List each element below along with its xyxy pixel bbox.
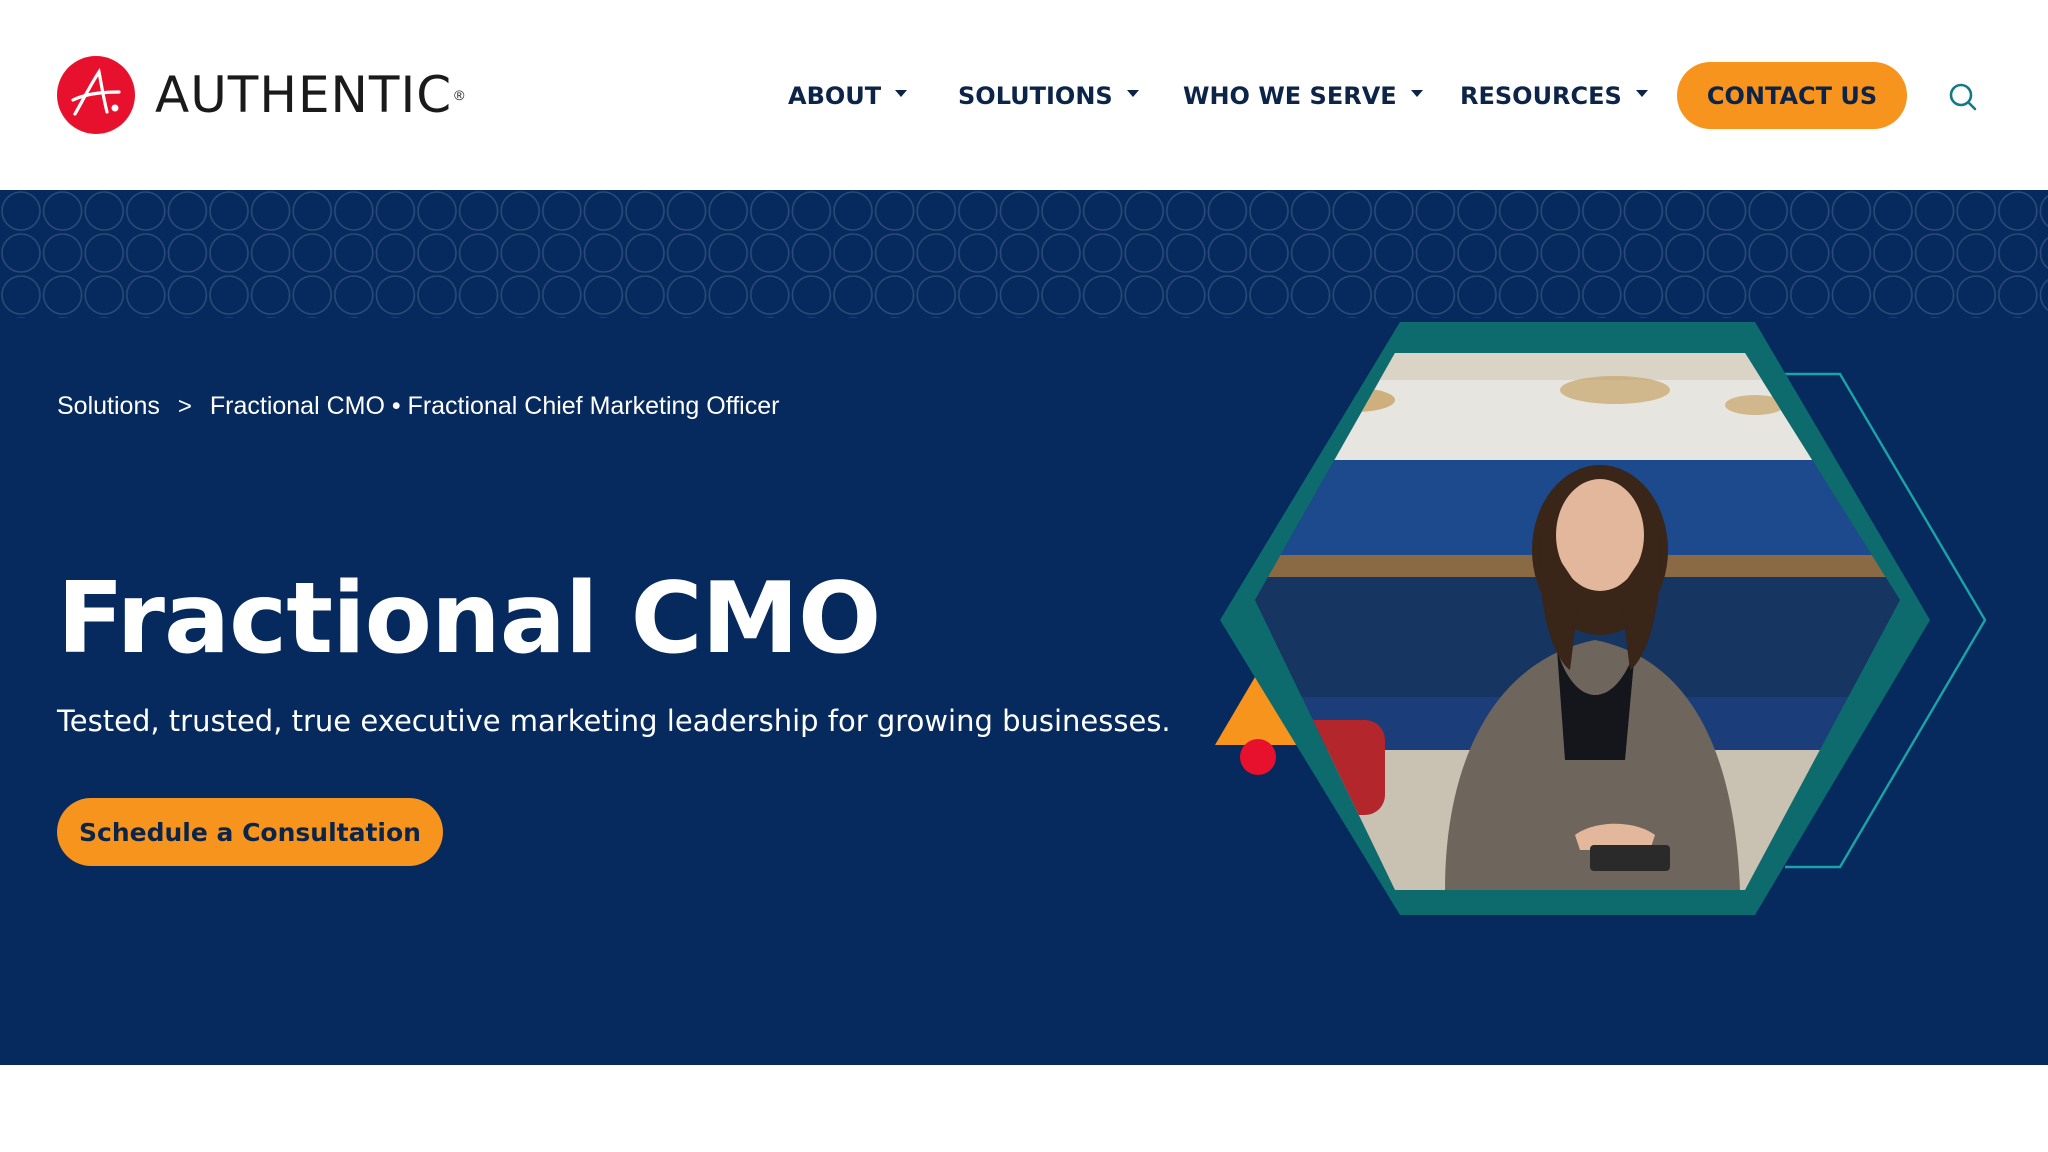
breadcrumb-separator: > xyxy=(177,392,192,420)
site-header: AUTHENTIC ® ABOUT SOLUTIONS WHO WE SERVE … xyxy=(0,0,2048,190)
hero-hexagon-graphic xyxy=(1215,322,1987,915)
hero-subtitle: Tested, trusted, true executive marketin… xyxy=(57,704,1171,738)
page-content-area xyxy=(0,1065,2048,1152)
page-title: Fractional CMO xyxy=(57,562,881,676)
nav-item-label: WHO WE SERVE xyxy=(1183,82,1397,110)
nav-item-label: SOLUTIONS xyxy=(958,82,1113,110)
nav-item-solutions[interactable]: SOLUTIONS xyxy=(958,82,1139,110)
site-logo[interactable]: AUTHENTIC ® xyxy=(57,56,464,134)
nav-item-who-we-serve[interactable]: WHO WE SERVE xyxy=(1183,82,1423,110)
red-dot-accent xyxy=(1240,739,1276,775)
breadcrumb-link-solutions[interactable]: Solutions xyxy=(57,392,160,421)
logo-mark-icon xyxy=(57,56,135,134)
caret-down-icon xyxy=(1635,89,1648,97)
logo-wordmark: AUTHENTIC xyxy=(155,66,453,124)
schedule-consultation-button[interactable]: Schedule a Consultation xyxy=(57,798,443,866)
logo-registered-mark: ® xyxy=(454,87,465,103)
caret-down-icon xyxy=(895,89,908,97)
contact-us-button[interactable]: CONTACT US xyxy=(1677,62,1907,129)
search-icon xyxy=(1949,83,1977,111)
nav-item-label: ABOUT xyxy=(788,82,882,110)
caret-down-icon xyxy=(1126,89,1139,97)
nav-item-resources[interactable]: RESOURCES xyxy=(1460,82,1648,110)
hero-section: Solutions > Fractional CMO • Fractional … xyxy=(0,190,2048,1065)
breadcrumb: Solutions > Fractional CMO • Fractional … xyxy=(57,392,779,421)
caret-down-icon xyxy=(1410,89,1423,97)
nav-item-about[interactable]: ABOUT xyxy=(788,82,908,110)
search-button[interactable] xyxy=(1948,82,1978,112)
nav-item-label: RESOURCES xyxy=(1460,82,1622,110)
breadcrumb-current: Fractional CMO • Fractional Chief Market… xyxy=(209,392,780,420)
